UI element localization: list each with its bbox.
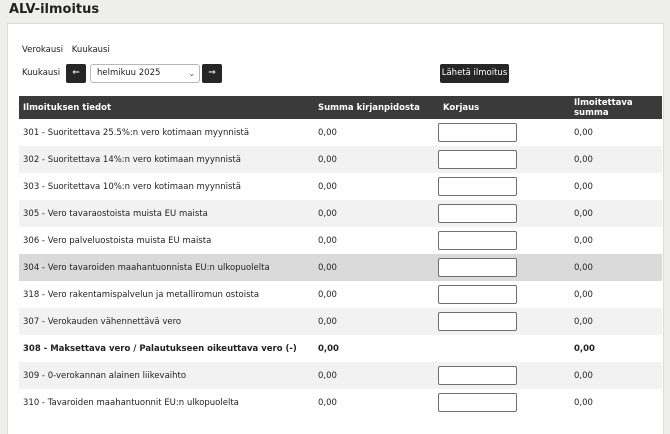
row-label: 303 - Suoritettava 10%:n vero kotimaan m… [19, 173, 310, 200]
correction-input[interactable] [438, 366, 517, 385]
header-book-sum: Summa kirjanpidosta [310, 96, 438, 119]
row-label: 302 - Suoritettava 14%:n vero kotimaan m… [19, 146, 310, 173]
row-book-sum: 0,00 [310, 227, 438, 254]
table-row: 303 - Suoritettava 10%:n vero kotimaan m… [19, 173, 662, 200]
row-correction-cell [438, 335, 557, 362]
row-declared-sum: 0,00 [557, 254, 662, 281]
header-info: Ilmoituksen tiedot [19, 96, 310, 119]
row-book-sum: 0,00 [310, 119, 438, 146]
month-select[interactable]: helmikuu 2025 ⌄ [90, 64, 200, 83]
row-correction-cell [438, 146, 557, 173]
correction-input[interactable] [438, 258, 517, 277]
correction-input[interactable] [438, 393, 517, 412]
row-label: 309 - 0-verokannan alainen liikevaihto [19, 362, 310, 389]
period-label: Verokausi [22, 45, 64, 55]
row-declared-sum: 0,00 [557, 281, 662, 308]
row-declared-sum: 0,00 [557, 308, 662, 335]
header-correction: Korjaus [438, 96, 557, 119]
row-book-sum: 0,00 [310, 200, 438, 227]
row-book-sum: 0,00 [310, 254, 438, 281]
row-label: 305 - Vero tavaraostoista muista EU mais… [19, 200, 310, 227]
row-book-sum: 0,00 [310, 362, 438, 389]
row-book-sum: 0,00 [310, 389, 438, 416]
row-declared-sum: 0,00 [557, 173, 662, 200]
row-correction-cell [438, 200, 557, 227]
row-correction-cell [438, 362, 557, 389]
row-correction-cell [438, 119, 557, 146]
previous-month-button[interactable]: ⇐ [66, 64, 86, 83]
month-select-value: helmikuu 2025 [97, 68, 161, 78]
next-month-button[interactable]: ⇒ [202, 64, 222, 83]
row-declared-sum: 0,00 [557, 146, 662, 173]
row-label: 304 - Vero tavaroiden maahantuonnista EU… [19, 254, 310, 281]
row-declared-sum: 0,00 [557, 227, 662, 254]
row-correction-cell [438, 254, 557, 281]
table-row: 309 - 0-verokannan alainen liikevaihto 0,… [19, 362, 662, 389]
correction-input[interactable] [438, 123, 517, 142]
row-book-sum: 0,00 [310, 281, 438, 308]
row-declared-sum: 0,00 [557, 335, 662, 362]
correction-input[interactable] [438, 150, 517, 169]
row-book-sum: 0,00 [310, 308, 438, 335]
row-book-sum: 0,00 [310, 146, 438, 173]
table-row: 301 - Suoritettava 25.5%:n vero kotimaan… [19, 119, 662, 146]
correction-input[interactable] [438, 285, 517, 304]
table-row: 310 - Tavaroiden maahantuonnit EU:n ulko… [19, 389, 662, 416]
correction-input[interactable] [438, 177, 517, 196]
row-label: 318 - Vero rakentamispalvelun ja metalli… [19, 281, 310, 308]
row-label: 307 - Verokauden vähennettävä vero [19, 308, 310, 335]
row-label: 306 - Vero palveluostoista muista EU mai… [19, 227, 310, 254]
table-row: 304 - Vero tavaroiden maahantuonnista EU… [19, 254, 662, 281]
period-value: Kuukausi [71, 45, 110, 55]
row-correction-cell [438, 389, 557, 416]
table-row: 308 - Maksettava vero / Palautukseen oik… [19, 335, 662, 362]
send-report-button[interactable]: Lähetä ilmoitus [440, 64, 509, 83]
table-row: 318 - Vero rakentamispalvelun ja metalli… [19, 281, 662, 308]
chevron-down-icon: ⌄ [188, 69, 195, 78]
table-row: 305 - Vero tavaraostoista muista EU mais… [19, 200, 662, 227]
row-correction-cell [438, 281, 557, 308]
table-row: 306 - Vero palveluostoista muista EU mai… [19, 227, 662, 254]
arrow-right-icon: ⇒ [208, 68, 216, 78]
row-book-sum: 0,00 [310, 335, 438, 362]
table-row: 307 - Verokauden vähennettävä vero 0,00 0,… [19, 308, 662, 335]
vat-table-body: 301 - Suoritettava 25.5%:n vero kotimaan… [19, 119, 662, 416]
vat-report-panel: Verokausi Kuukausi Kuukausi ⇐ helmikuu 2… [7, 23, 664, 434]
header-declared-sum: Ilmoitettava summa [557, 96, 662, 119]
arrow-left-icon: ⇐ [72, 68, 80, 78]
row-declared-sum: 0,00 [557, 389, 662, 416]
row-correction-cell [438, 308, 557, 335]
row-correction-cell [438, 173, 557, 200]
correction-input[interactable] [438, 312, 517, 331]
correction-input[interactable] [438, 231, 517, 250]
row-declared-sum: 0,00 [557, 200, 662, 227]
row-label: 301 - Suoritettava 25.5%:n vero kotimaan… [19, 119, 310, 146]
row-label: 308 - Maksettava vero / Palautukseen oik… [19, 335, 310, 362]
row-book-sum: 0,00 [310, 173, 438, 200]
row-label: 310 - Tavaroiden maahantuonnit EU:n ulko… [19, 389, 310, 416]
month-label: Kuukausi [22, 68, 61, 78]
row-declared-sum: 0,00 [557, 362, 662, 389]
vat-table: Ilmoituksen tiedot Summa kirjanpidosta K… [19, 96, 662, 416]
page-title: ALV-ilmoitus [9, 2, 100, 17]
table-header-row: Ilmoituksen tiedot Summa kirjanpidosta K… [19, 96, 662, 119]
row-correction-cell [438, 227, 557, 254]
period-row: Verokausi Kuukausi [22, 45, 110, 55]
row-declared-sum: 0,00 [557, 119, 662, 146]
table-row: 302 - Suoritettava 14%:n vero kotimaan m… [19, 146, 662, 173]
correction-input[interactable] [438, 204, 517, 223]
